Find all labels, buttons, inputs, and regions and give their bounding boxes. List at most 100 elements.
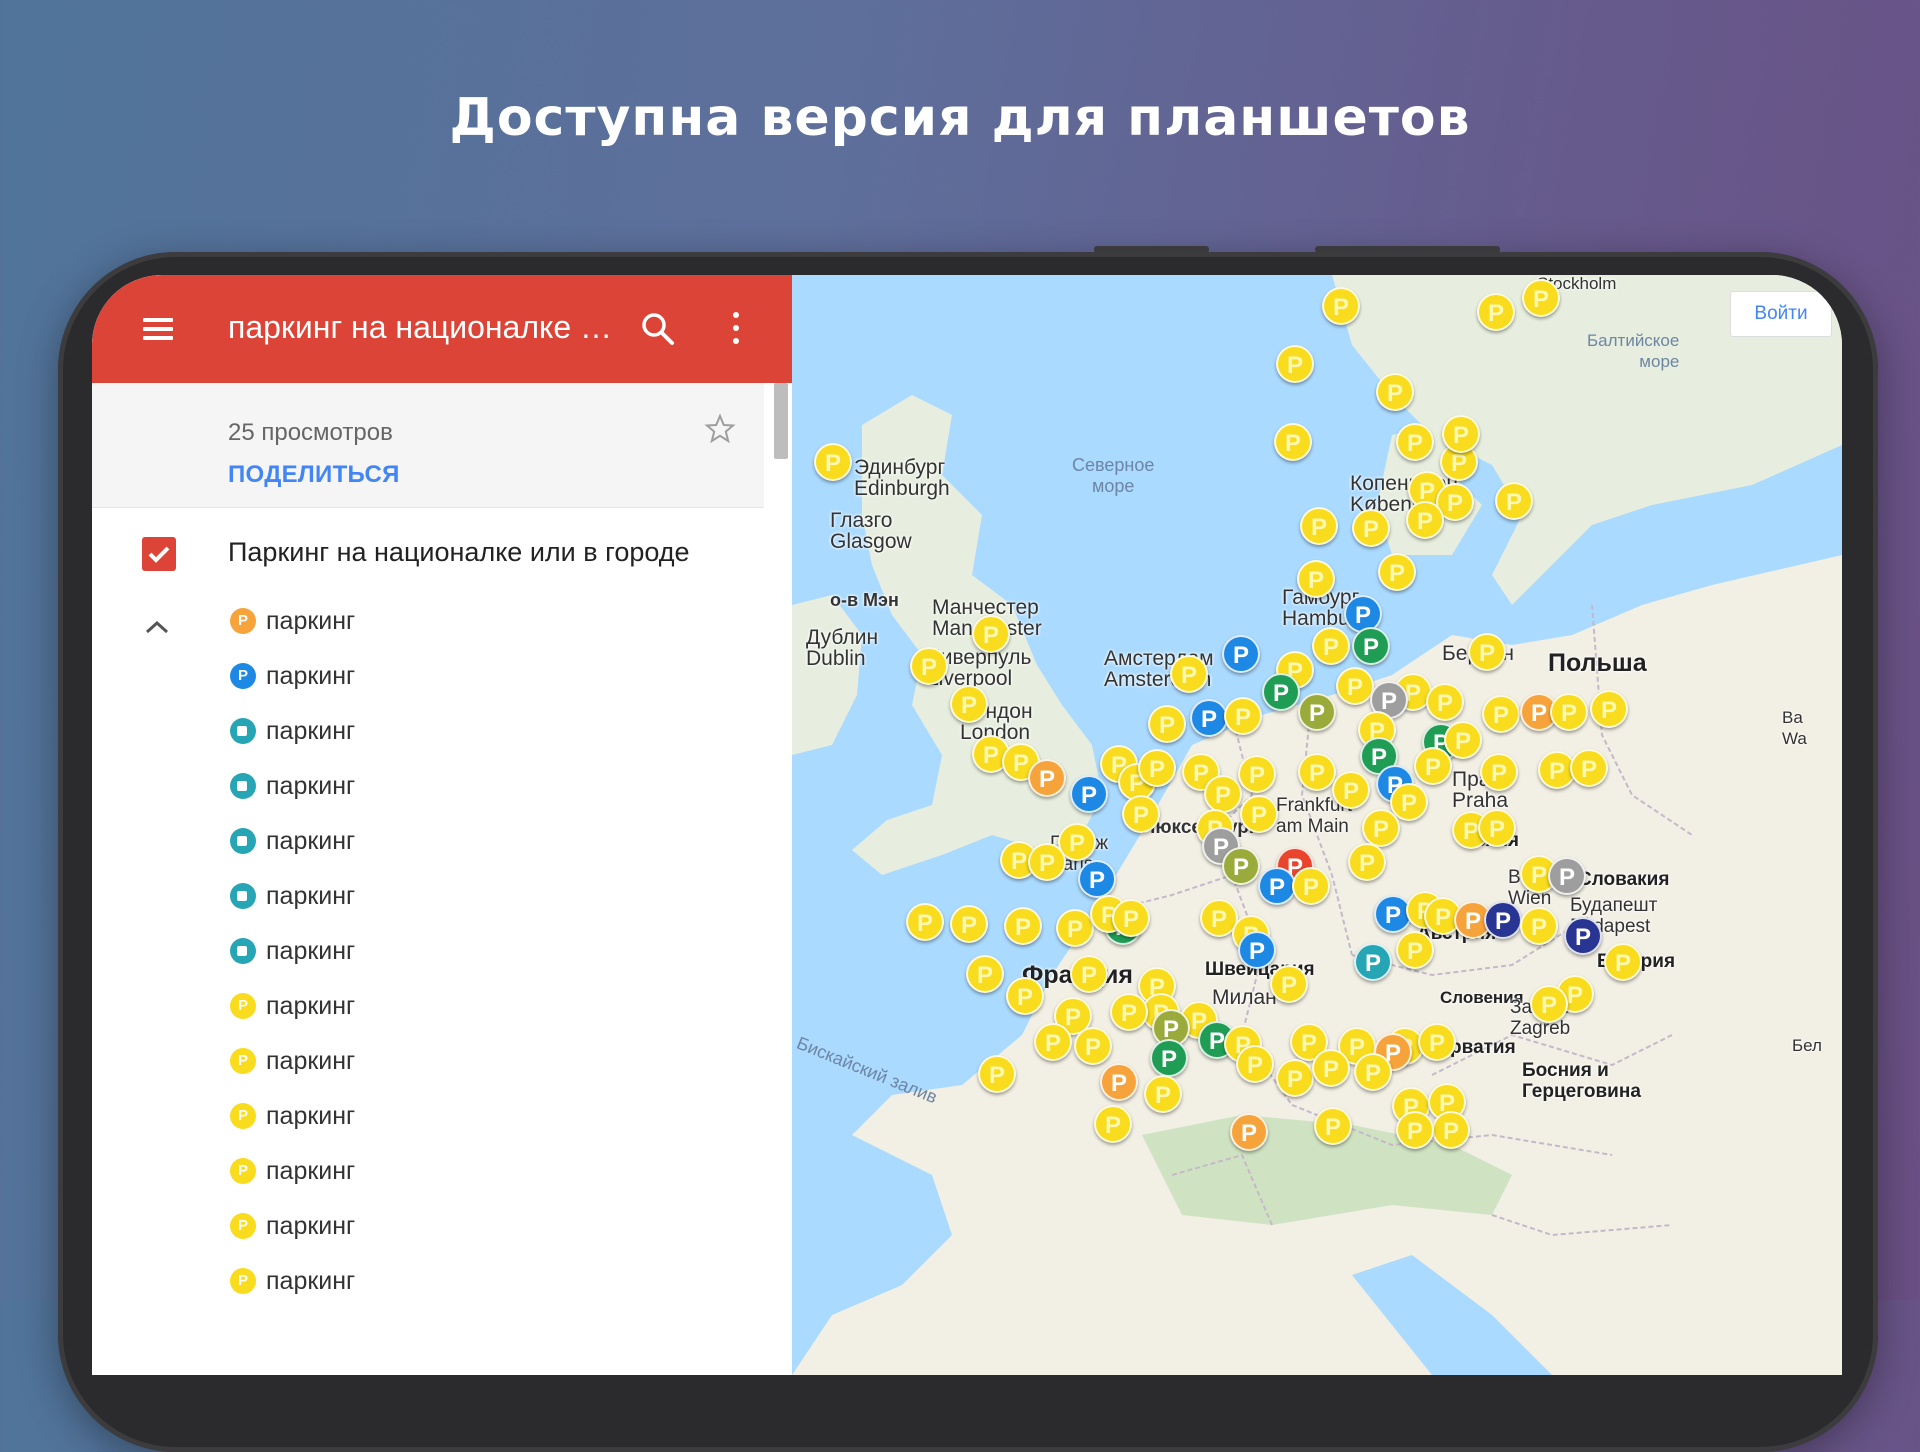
legend-item[interactable]: Pпаркинг xyxy=(230,986,355,1041)
map-marker-parking[interactable]: P xyxy=(1477,293,1515,331)
map-marker-parking[interactable]: P xyxy=(1170,655,1208,693)
map-marker-parking[interactable]: P xyxy=(1396,1111,1434,1149)
star-icon[interactable] xyxy=(704,413,736,445)
map-marker-parking[interactable]: P xyxy=(1548,857,1586,895)
map-marker-parking[interactable]: P xyxy=(1418,1023,1456,1061)
map-marker-parking[interactable]: P xyxy=(1297,560,1335,598)
map-marker-parking[interactable]: P xyxy=(1314,1107,1352,1145)
map-marker-parking[interactable]: P xyxy=(1074,1027,1112,1065)
legend-item[interactable]: Pпаркинг xyxy=(230,601,355,656)
sidebar-scrollbar[interactable] xyxy=(774,383,788,459)
map-marker-parking[interactable]: P xyxy=(1006,977,1044,1015)
legend-item[interactable]: паркинг xyxy=(230,876,355,931)
map-marker-parking[interactable]: P xyxy=(814,443,852,481)
map-marker-parking[interactable]: P xyxy=(1222,847,1260,885)
map-marker-parking[interactable]: P xyxy=(1312,627,1350,665)
map-marker-parking[interactable]: P xyxy=(1240,795,1278,833)
map-marker-parking[interactable]: P xyxy=(1204,775,1242,813)
sign-in-button[interactable]: Войти xyxy=(1730,291,1832,337)
map-marker-parking[interactable]: P xyxy=(1468,633,1506,671)
map-marker-parking[interactable]: P xyxy=(1028,843,1066,881)
map-marker-parking[interactable]: P xyxy=(1522,279,1560,317)
map-marker-parking[interactable]: P xyxy=(978,1055,1016,1093)
map-marker-parking[interactable]: P xyxy=(1138,749,1176,787)
legend-item[interactable]: Pпаркинг xyxy=(230,1261,355,1316)
legend-item[interactable]: паркинг xyxy=(230,766,355,821)
map-marker-parking[interactable]: P xyxy=(1238,755,1276,793)
map-marker-parking[interactable]: P xyxy=(1495,482,1533,520)
map-marker-parking[interactable]: P xyxy=(1230,1113,1268,1151)
map-marker-parking[interactable]: P xyxy=(1110,993,1148,1031)
map-marker-parking[interactable]: P xyxy=(1274,423,1312,461)
legend-item[interactable]: Pпаркинг xyxy=(230,1041,355,1096)
search-icon[interactable] xyxy=(640,311,676,347)
map-marker-parking[interactable]: P xyxy=(1354,943,1392,981)
map-marker-parking[interactable]: P xyxy=(1482,695,1520,733)
map-marker-parking[interactable]: P xyxy=(1520,907,1558,945)
layer-row[interactable]: Паркинг на националке или в городе xyxy=(92,533,772,583)
map-marker-parking[interactable]: P xyxy=(1332,771,1370,809)
map-marker-parking[interactable]: P xyxy=(906,903,944,941)
map-marker-parking[interactable]: P xyxy=(1238,931,1276,969)
map-marker-parking[interactable]: P xyxy=(1148,705,1186,743)
share-link[interactable]: ПОДЕЛИТЬСЯ xyxy=(228,461,400,489)
map-marker-parking[interactable]: P xyxy=(1258,867,1296,905)
map-marker-parking[interactable]: P xyxy=(966,955,1004,993)
map-marker-parking[interactable]: P xyxy=(1590,690,1628,728)
map-marker-parking[interactable]: P xyxy=(1362,809,1400,847)
map-marker-parking[interactable]: P xyxy=(1336,667,1374,705)
map-marker-parking[interactable]: P xyxy=(1270,965,1308,1003)
map-marker-parking[interactable]: P xyxy=(1298,693,1336,731)
map-marker-parking[interactable]: P xyxy=(1396,931,1434,969)
map-marker-parking[interactable]: P xyxy=(1432,1111,1470,1149)
map-marker-parking[interactable]: P xyxy=(1004,907,1042,945)
map-marker-parking[interactable]: P xyxy=(1530,985,1568,1023)
map-marker-parking[interactable]: P xyxy=(1094,1105,1132,1143)
map-marker-parking[interactable]: P xyxy=(1190,699,1228,737)
map-marker-parking[interactable]: P xyxy=(1070,955,1108,993)
map-marker-parking[interactable]: P xyxy=(1396,423,1434,461)
map-marker-parking[interactable]: P xyxy=(1406,501,1444,539)
map-marker-parking[interactable]: P xyxy=(1480,753,1518,791)
menu-icon[interactable] xyxy=(143,318,173,340)
map-marker-parking[interactable]: P xyxy=(1352,627,1390,665)
map-marker-parking[interactable]: P xyxy=(1276,1059,1314,1097)
map-marker-parking[interactable]: P xyxy=(1298,753,1336,791)
map-marker-parking[interactable]: P xyxy=(1354,1053,1392,1091)
legend-item[interactable]: Pпаркинг xyxy=(230,1206,355,1261)
map-marker-parking[interactable]: P xyxy=(1564,917,1602,955)
map-marker-parking[interactable]: P xyxy=(950,905,988,943)
map-marker-parking[interactable]: P xyxy=(1236,1045,1274,1083)
map-marker-parking[interactable]: P xyxy=(1112,899,1150,937)
map-marker-parking[interactable]: P xyxy=(1144,1075,1182,1113)
map-marker-parking[interactable]: P xyxy=(1028,759,1066,797)
map-marker-parking[interactable]: P xyxy=(1348,843,1386,881)
map-marker-parking[interactable]: P xyxy=(1100,1063,1138,1101)
legend-item[interactable]: паркинг xyxy=(230,821,355,876)
map-marker-parking[interactable]: P xyxy=(1550,693,1588,731)
map-marker-parking[interactable]: P xyxy=(1442,415,1480,453)
map-marker-parking[interactable]: P xyxy=(972,615,1010,653)
chevron-up-icon[interactable] xyxy=(144,619,170,635)
map-marker-parking[interactable]: P xyxy=(1122,795,1160,833)
map-marker-parking[interactable]: P xyxy=(1478,809,1516,847)
layer-checkbox[interactable] xyxy=(142,537,176,571)
map-marker-parking[interactable]: P xyxy=(1414,747,1452,785)
map-marker-parking[interactable]: P xyxy=(1034,1023,1072,1061)
map-marker-parking[interactable]: P xyxy=(1484,901,1522,939)
map-marker-parking[interactable]: P xyxy=(1150,1039,1188,1077)
legend-item[interactable]: Pпаркинг xyxy=(230,1151,355,1206)
map-marker-parking[interactable]: P xyxy=(1262,673,1300,711)
map-marker-parking[interactable]: P xyxy=(1292,867,1330,905)
map-marker-parking[interactable]: P xyxy=(1056,909,1094,947)
map-marker-parking[interactable]: P xyxy=(1078,860,1116,898)
map-marker-parking[interactable]: P xyxy=(1376,373,1414,411)
map-marker-parking[interactable]: P xyxy=(1070,775,1108,813)
map-marker-parking[interactable]: P xyxy=(1444,721,1482,759)
map-marker-parking[interactable]: P xyxy=(1222,635,1260,673)
map-marker-parking[interactable]: P xyxy=(1224,697,1262,735)
map-marker-parking[interactable]: P xyxy=(950,685,988,723)
legend-item[interactable]: паркинг xyxy=(230,931,355,986)
map-marker-parking[interactable]: P xyxy=(1426,683,1464,721)
map-marker-parking[interactable]: P xyxy=(1352,509,1390,547)
